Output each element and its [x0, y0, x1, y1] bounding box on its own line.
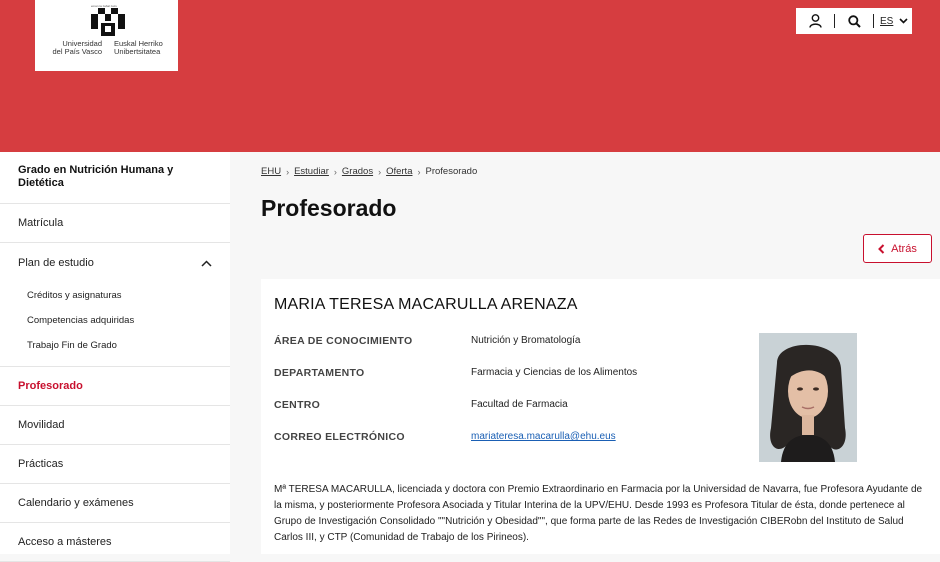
language-current: ES	[880, 15, 894, 27]
breadcrumb-current: Profesorado	[425, 166, 478, 177]
profile-field: CENTRO Facultad de Farmacia	[274, 399, 568, 411]
sidebar-nav: Grado en Nutrición Humana y Dietética Ma…	[0, 152, 230, 562]
email-link[interactable]: mariateresa.macarulla@ehu.eus	[471, 431, 616, 443]
sidebar-item-calendario[interactable]: Calendario y exámenes	[0, 484, 230, 523]
chevron-right-icon: ›	[286, 166, 290, 177]
sidebar-item-profesorado[interactable]: Profesorado	[0, 367, 230, 406]
logo-mark-icon	[91, 8, 125, 36]
chevron-left-icon	[878, 243, 885, 254]
chevron-up-icon[interactable]	[201, 259, 212, 267]
logo-name-es: Universidad del País Vasco	[52, 39, 102, 56]
search-icon[interactable]	[835, 8, 873, 34]
field-value: Facultad de Farmacia	[471, 399, 568, 410]
sidebar-item-masteres[interactable]: Acceso a másteres	[0, 523, 230, 562]
language-selector[interactable]: ES	[874, 16, 908, 27]
breadcrumb-link[interactable]: EHU	[261, 166, 281, 177]
site-header: eman ta zabal zazu Universidad del País …	[0, 0, 940, 152]
chevron-right-icon: ›	[378, 166, 382, 177]
utility-bar: ES	[796, 8, 912, 34]
logo-name-eu: Euskal Herriko Unibertsitatea	[114, 39, 163, 56]
sidebar-item-practicas[interactable]: Prácticas	[0, 445, 230, 484]
page-title: Profesorado	[261, 195, 397, 221]
breadcrumb-link[interactable]: Oferta	[386, 166, 412, 177]
main-content: EHU › Estudiar › Grados › Oferta › Profe…	[230, 152, 940, 554]
sidebar-group-plan: Plan de estudio Créditos y asignaturas C…	[0, 243, 230, 367]
field-label: DEPARTAMENTO	[274, 367, 365, 379]
field-value: Farmacia y Ciencias de los Alimentos	[471, 367, 638, 378]
profile-field: ÁREA DE CONOCIMIENTO Nutrición y Bromato…	[274, 335, 581, 347]
breadcrumb-link[interactable]: Grados	[342, 166, 373, 177]
field-value: Nutrición y Bromatología	[471, 335, 581, 346]
field-label: CENTRO	[274, 399, 321, 411]
sidebar-item-matricula[interactable]: Matrícula	[0, 204, 230, 243]
profile-bio: Mª TERESA MACARULLA, licenciada y doctor…	[274, 484, 923, 543]
sidebar-item-plan-de-estudio[interactable]: Plan de estudio	[0, 243, 230, 283]
sidebar-title[interactable]: Grado en Nutrición Humana y Dietética	[0, 152, 230, 204]
breadcrumb: EHU › Estudiar › Grados › Oferta › Profe…	[261, 166, 477, 177]
sidebar-subitem-competencias[interactable]: Competencias adquiridas	[0, 308, 230, 333]
chevron-right-icon: ›	[417, 166, 421, 177]
breadcrumb-link[interactable]: Estudiar	[294, 166, 329, 177]
back-button[interactable]: Atrás	[863, 234, 932, 263]
sidebar-item-label: Plan de estudio	[18, 257, 94, 269]
user-icon[interactable]	[796, 8, 834, 34]
sidebar-item-movilidad[interactable]: Movilidad	[0, 406, 230, 445]
chevron-right-icon: ›	[333, 166, 337, 177]
back-button-label: Atrás	[891, 242, 917, 255]
sidebar-subitem-creditos[interactable]: Créditos y asignaturas	[0, 283, 230, 308]
chevron-down-icon	[899, 18, 908, 24]
profile-card: MARIA TERESA MACARULLA ARENAZA ÁREA DE C…	[261, 279, 940, 554]
profile-photo	[759, 333, 857, 462]
profile-name: MARIA TERESA MACARULLA ARENAZA	[274, 296, 578, 313]
profile-field: DEPARTAMENTO Farmacia y Ciencias de los …	[274, 367, 637, 379]
field-label: CORREO ELECTRÓNICO	[274, 431, 405, 443]
university-logo[interactable]: eman ta zabal zazu Universidad del País …	[35, 0, 178, 71]
profile-field: CORREO ELECTRÓNICO mariateresa.macarulla…	[274, 431, 616, 443]
sidebar-subitem-tfg[interactable]: Trabajo Fin de Grado	[0, 333, 230, 358]
field-label: ÁREA DE CONOCIMIENTO	[274, 335, 413, 347]
